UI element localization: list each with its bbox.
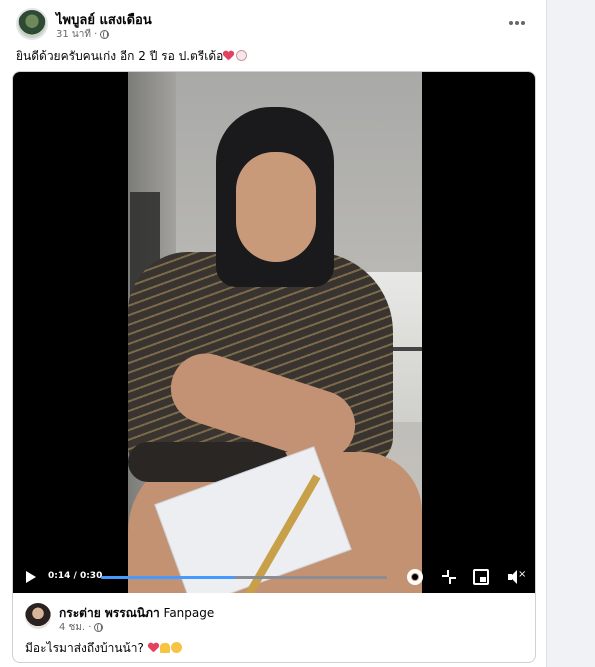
shared-post-header: กระต่าย พรรณนิภา Fanpage 4 ชม. · bbox=[25, 603, 525, 637]
post-meta: 31 นาที · bbox=[56, 27, 110, 42]
play-icon[interactable] bbox=[26, 571, 36, 583]
post-header: ไพบูลย์ แสงเดือน 31 นาที · bbox=[16, 8, 531, 42]
gear-icon[interactable] bbox=[407, 569, 423, 585]
post-card: ไพบูลย์ แสงเดือน 31 นาที · ยินดีด้วยครับ… bbox=[0, 0, 547, 667]
shared-author-avatar[interactable] bbox=[25, 603, 51, 629]
picture-in-picture-icon[interactable] bbox=[473, 569, 489, 585]
video-controls: 0:14 / 0:30 × bbox=[13, 563, 535, 593]
video-time: 0:14 / 0:30 bbox=[48, 571, 103, 581]
post-caption-text: ยินดีด้วยครับคนเก่ง อีก 2 ปี รอ ป.ตรีเด้… bbox=[16, 49, 224, 63]
post-time[interactable]: 31 นาที · bbox=[56, 27, 97, 42]
heart-emoji-icon bbox=[148, 643, 159, 653]
video-progress-bar[interactable] bbox=[101, 576, 387, 579]
mute-x-icon: × bbox=[518, 569, 527, 580]
rabbit-emoji-icon bbox=[236, 50, 248, 61]
fullscreen-icon[interactable] bbox=[441, 569, 457, 585]
post-caption: ยินดีด้วยครับคนเก่ง อีก 2 ปี รอ ป.ตรีเด้… bbox=[16, 47, 248, 66]
more-options-button[interactable] bbox=[503, 11, 531, 35]
globe-icon bbox=[100, 30, 110, 39]
more-horizontal-icon bbox=[509, 21, 513, 25]
shared-post-caption: มีอะไรมาส่งถึงบ้านน้า? bbox=[25, 639, 182, 658]
author-avatar[interactable] bbox=[16, 8, 48, 40]
video-player[interactable]: 0:14 / 0:30 × bbox=[13, 72, 535, 593]
shared-post-meta: 4 ชม. · bbox=[59, 620, 104, 635]
shared-post: 0:14 / 0:30 × กระต่าย พรรณนิภา Fanpage 4… bbox=[12, 71, 536, 663]
pray-emoji-icon bbox=[159, 643, 170, 653]
globe-icon bbox=[94, 623, 104, 632]
shared-author-name[interactable]: กระต่าย พรรณนิภา bbox=[59, 606, 160, 620]
heart-emoji-icon bbox=[223, 51, 234, 61]
video-progress-fill bbox=[101, 576, 235, 579]
shared-author-tag[interactable]: Fanpage bbox=[164, 606, 215, 620]
shared-caption-text: มีอะไรมาส่งถึงบ้านน้า? bbox=[25, 641, 144, 655]
shared-post-time[interactable]: 4 ชม. · bbox=[59, 620, 91, 635]
video-frame bbox=[128, 72, 422, 593]
grimace-emoji-icon bbox=[170, 642, 182, 653]
